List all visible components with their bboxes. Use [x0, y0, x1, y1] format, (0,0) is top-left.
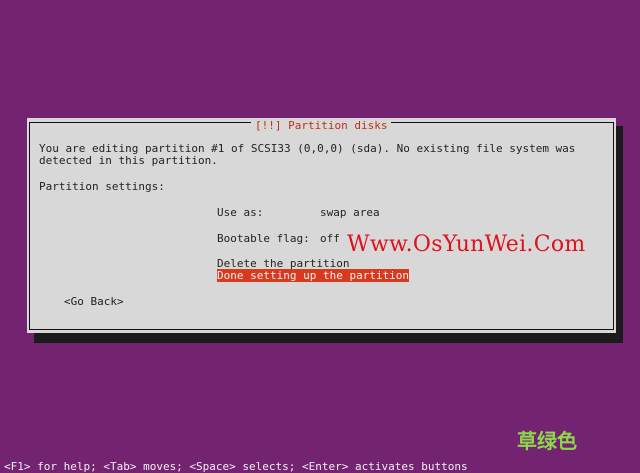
help-statusbar: <F1> for help; <Tab> moves; <Space> sele… [4, 460, 468, 473]
settings-heading: Partition settings: [39, 180, 165, 193]
partition-dialog: [!!] Partition disks You are editing par… [27, 118, 616, 333]
dialog-title: [!!] Partition disks [251, 120, 392, 132]
bootable-flag-value[interactable]: off [320, 232, 340, 245]
use-as-label[interactable]: Use as: [217, 206, 263, 219]
watermark-chinese-text: 草绿色 [517, 429, 577, 453]
done-setting-up-option[interactable]: Done setting up the partition [217, 269, 410, 282]
description-line-2: detected in this partition. [39, 154, 218, 167]
use-as-value[interactable]: swap area [320, 206, 380, 219]
watermark-text: Www.OsYunWei.Com [347, 232, 586, 257]
go-back-button[interactable]: <Go Back> [64, 295, 124, 308]
bootable-flag-label[interactable]: Bootable flag: [217, 232, 310, 245]
